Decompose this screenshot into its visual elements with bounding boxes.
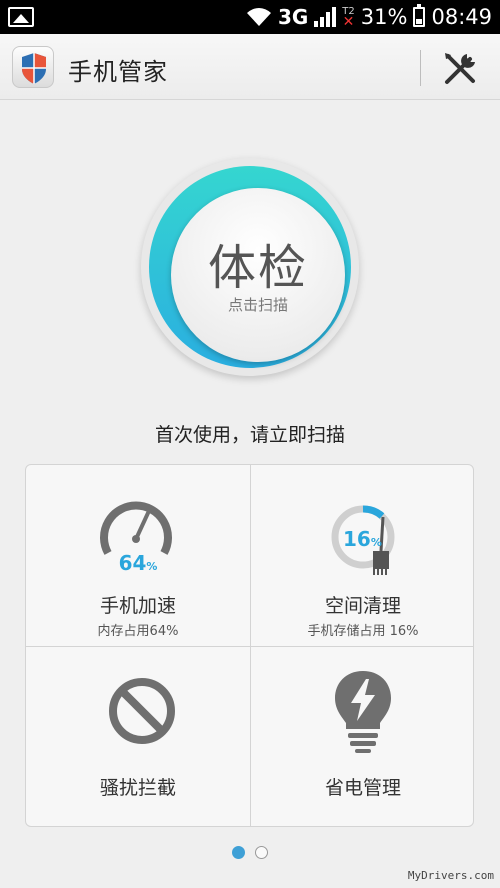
app-title: 手机管家 <box>68 58 168 86</box>
tools-icon <box>445 53 475 84</box>
tile-name: 省电管理 <box>324 777 401 799</box>
lightning-bulb-icon <box>335 671 391 753</box>
clock: 08:49 <box>431 5 492 29</box>
storage-value: 16 <box>343 527 371 551</box>
memory-value: 64 <box>118 551 147 575</box>
tile-space-clean[interactable]: 16% 空间清理 手机存储占用 16% <box>251 465 475 646</box>
tile-subtitle: 手机存储占用 16% <box>307 624 419 639</box>
no-signal-icon: ✕ <box>342 14 355 30</box>
memory-usage-readout: 64% <box>26 551 250 575</box>
page-indicator <box>0 846 500 859</box>
wifi-icon <box>246 8 271 26</box>
page-dot-1[interactable] <box>232 846 245 859</box>
signal-icon <box>314 7 337 27</box>
shield-icon <box>22 53 46 84</box>
scan-subtitle: 点击扫描 <box>227 296 288 314</box>
block-icon <box>109 678 175 744</box>
tools-button[interactable] <box>440 49 480 89</box>
scan-button[interactable]: 体检 点击扫描 <box>141 158 359 376</box>
app-logo[interactable] <box>12 46 54 88</box>
scan-inner: 体检 点击扫描 <box>171 188 345 362</box>
scan-title: 体检 <box>207 240 308 296</box>
toolbar-divider <box>420 50 421 86</box>
gallery-notification-icon <box>8 7 34 27</box>
tile-harassment-block[interactable]: 骚扰拦截 <box>26 647 250 828</box>
battery-icon <box>413 4 426 27</box>
tile-name: 手机加速 <box>99 595 176 617</box>
network-type: 3G <box>277 5 309 29</box>
memory-unit: % <box>146 560 158 573</box>
watermark: MyDrivers.com <box>407 869 494 882</box>
storage-usage-readout: 16% <box>343 527 382 551</box>
status-indicators: 3G T2 ✕ 31% 08:49 <box>246 0 492 34</box>
battery-percent: 31% <box>360 5 408 29</box>
tile-phone-speedup[interactable]: 64% 手机加速 内存占用64% <box>26 465 250 646</box>
page-dot-2[interactable] <box>255 846 268 859</box>
tile-subtitle: 内存占用64% <box>97 624 179 639</box>
scan-ring: 体检 点击扫描 <box>149 166 351 368</box>
feature-grid: 64% 手机加速 内存占用64% 16% 空间清理 手机存储占用 16% 骚扰拦… <box>25 464 474 827</box>
status-bar: 3G T2 ✕ 31% 08:49 <box>0 0 500 34</box>
tile-name: 骚扰拦截 <box>99 777 176 799</box>
sim2-status: T2 ✕ <box>342 7 355 30</box>
storage-unit: % <box>370 536 382 549</box>
scan-prompt: 首次使用，请立即扫描 <box>154 424 345 446</box>
app-bar: 手机管家 <box>0 34 500 100</box>
tile-power-saving[interactable]: 省电管理 <box>251 647 475 828</box>
tile-name: 空间清理 <box>324 595 401 617</box>
